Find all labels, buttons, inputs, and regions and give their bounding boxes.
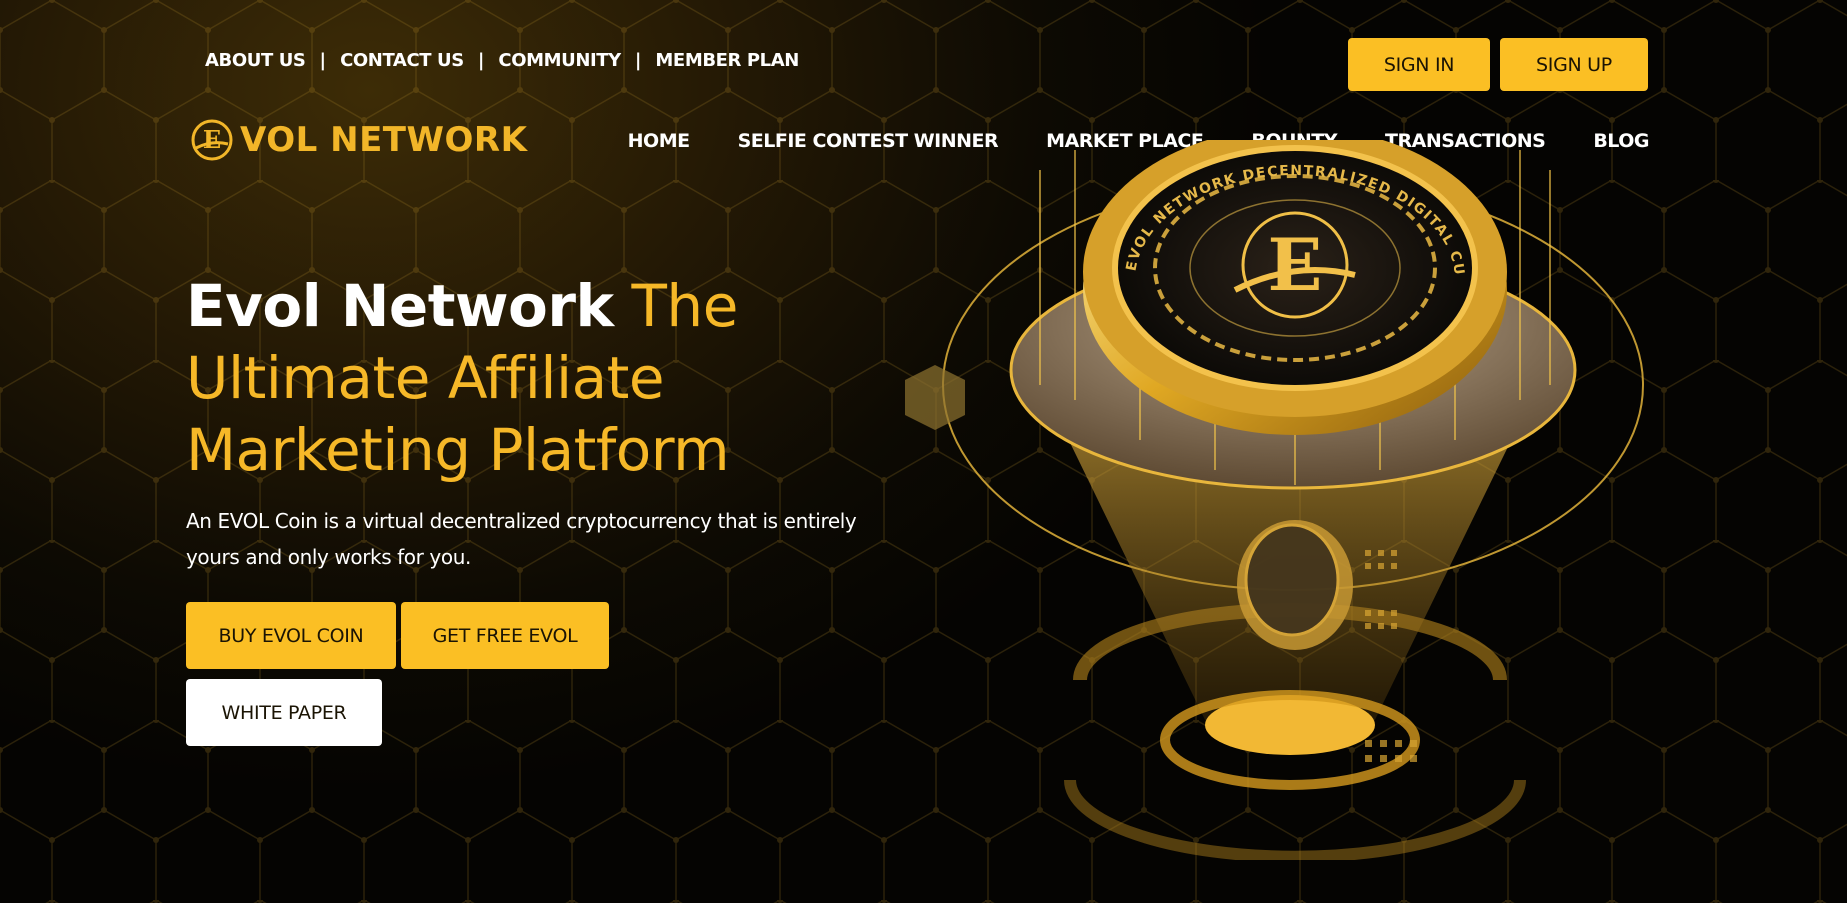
hero-title-yellow-2: Ultimate Affiliate: [186, 344, 665, 412]
hero-title-yellow-3: Marketing Platform: [186, 416, 730, 484]
hero-title-white: Evol Network: [186, 272, 614, 340]
contact-us-link[interactable]: CONTACT US: [340, 50, 464, 71]
sign-in-button[interactable]: SIGN IN: [1348, 38, 1490, 91]
site-logo[interactable]: E VOL NETWORK: [190, 118, 527, 162]
coin-letter: E: [1268, 222, 1323, 307]
hero-title: Evol Network The Ultimate Affiliate Mark…: [186, 270, 806, 486]
evol-coin-illustration: EVOL NETWORK DECENTRALIZED DIGITAL CURRE…: [900, 140, 1644, 860]
top-links: ABOUT US | CONTACT US | COMMUNITY | MEMB…: [205, 50, 799, 71]
separator: |: [634, 50, 642, 71]
buy-evol-coin-button[interactable]: BUY EVOL COIN: [186, 602, 396, 669]
separator: |: [319, 50, 327, 71]
about-us-link[interactable]: ABOUT US: [205, 50, 306, 71]
separator: |: [477, 50, 485, 71]
hero-description: An EVOL Coin is a virtual decentralized …: [186, 509, 857, 569]
white-paper-button[interactable]: WHITE PAPER: [186, 679, 382, 746]
logo-text: VOL NETWORK: [240, 120, 528, 160]
member-plan-link[interactable]: MEMBER PLAN: [655, 50, 799, 71]
hero-title-yellow-1: The: [613, 272, 738, 340]
nav-home[interactable]: HOME: [628, 130, 690, 152]
get-free-evol-button[interactable]: GET FREE EVOL: [401, 602, 609, 669]
community-link[interactable]: COMMUNITY: [498, 50, 621, 71]
sign-up-button[interactable]: SIGN UP: [1500, 38, 1648, 91]
evol-emblem-icon: E: [191, 119, 233, 161]
svg-text:E: E: [203, 125, 221, 154]
